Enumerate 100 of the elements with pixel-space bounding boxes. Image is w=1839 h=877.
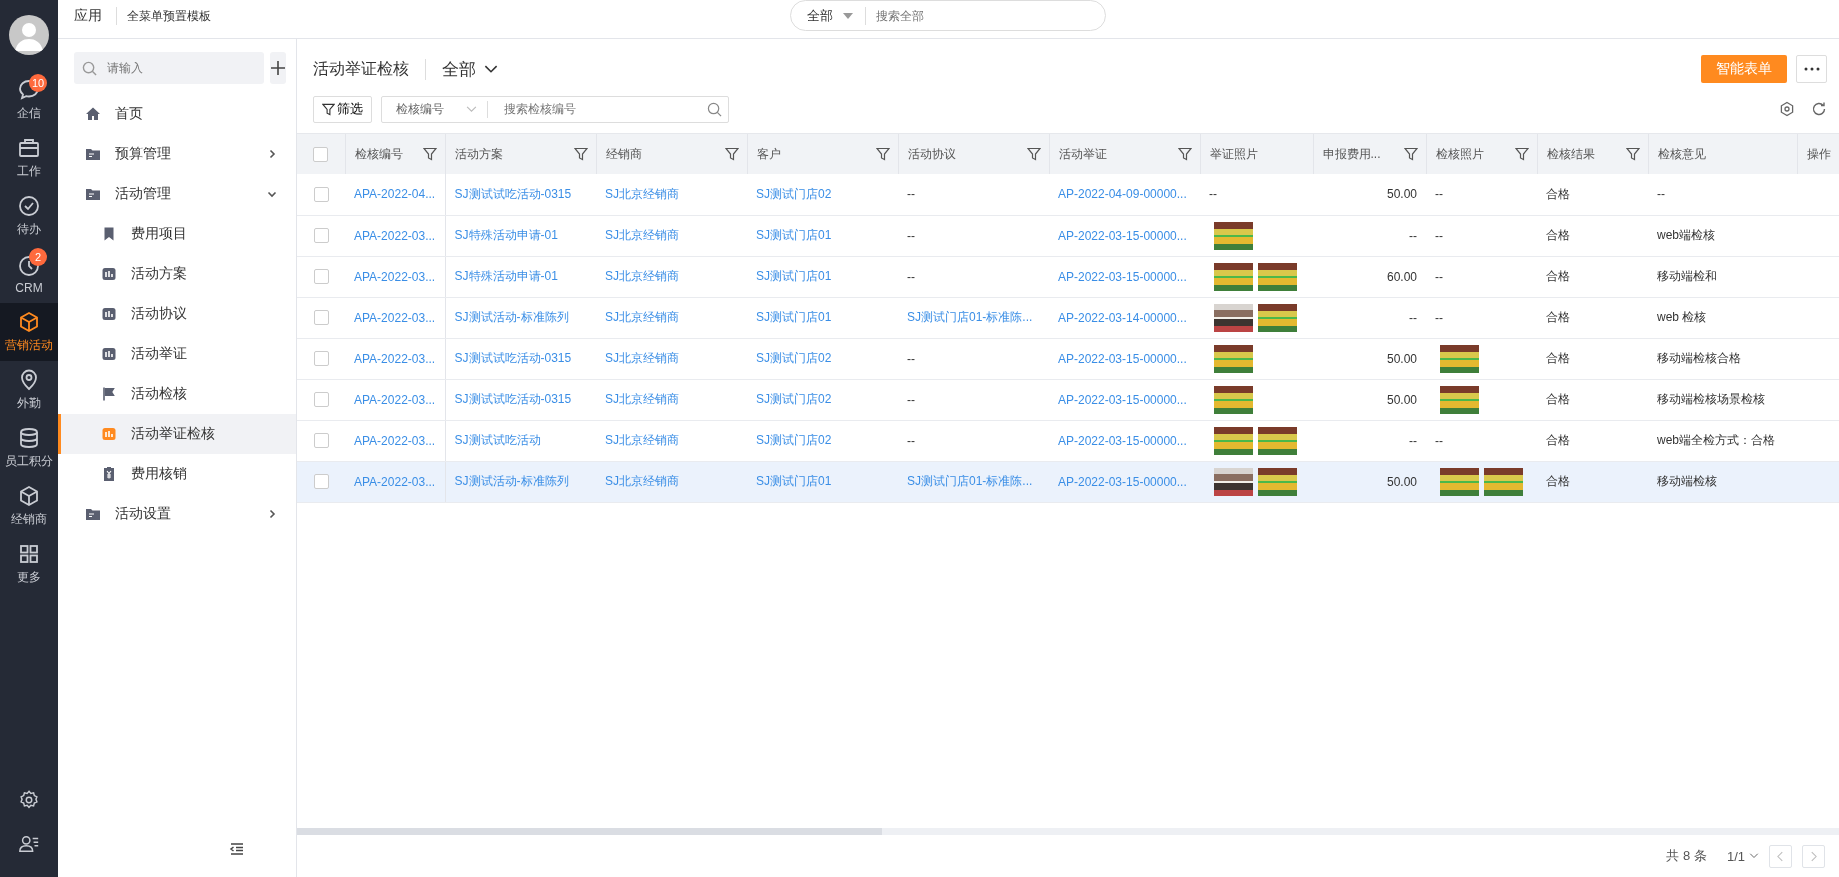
rail-item[interactable]: 外勤 — [0, 361, 58, 419]
rail-item[interactable]: 更多 — [0, 535, 58, 593]
rail-item[interactable]: 工作 — [0, 129, 58, 187]
filter-icon[interactable] — [875, 147, 890, 161]
column-header[interactable]: 申报费用... — [1313, 134, 1426, 174]
column-header[interactable]: 操作 — [1797, 134, 1839, 174]
table-link[interactable]: SJ测试试吃活动-0315 — [454, 392, 572, 406]
row-checkbox[interactable] — [313, 310, 329, 326]
photo-placeholder[interactable] — [1214, 344, 1253, 373]
template-link[interactable]: 全菜单预置模板 — [127, 7, 211, 25]
rail-item[interactable]: 营销活动 — [0, 303, 58, 361]
table-link[interactable]: SJ北京经销商 — [605, 186, 679, 201]
table-link[interactable]: APA-2022-03... — [354, 310, 436, 325]
column-header[interactable]: 举证照片 — [1200, 134, 1313, 174]
avatar[interactable] — [9, 15, 49, 55]
row-checkbox[interactable] — [313, 433, 329, 449]
rail-item[interactable]: 待办 — [0, 187, 58, 245]
table-link[interactable]: AP-2022-03-15-00000... — [1058, 269, 1187, 284]
global-search-input[interactable]: 搜索全部 — [874, 7, 1105, 24]
sidebar-item[interactable]: 活动方案 — [58, 254, 296, 294]
column-header[interactable]: 活动协议 — [898, 134, 1049, 174]
sidebar-item[interactable]: 费用项目 — [58, 214, 296, 254]
table-row[interactable]: APA-2022-03... SJ测试活动-标准陈列 SJ北京经销商 SJ测试门店01 SJ测试门店01-标准陈... AP-2022-03-14-00000... -- -- 合格 web 检核 — [297, 297, 1839, 338]
rail-item[interactable]: 企信 10 — [0, 71, 58, 129]
sidebar-item[interactable]: 预算管理 — [58, 134, 296, 174]
photo-placeholder[interactable] — [1258, 303, 1297, 332]
table-link[interactable]: AP-2022-03-15-00000... — [1058, 392, 1187, 407]
user-list-icon[interactable] — [18, 833, 40, 855]
table-link[interactable]: SJ特殊活动申请-01 — [454, 269, 558, 283]
add-button[interactable] — [270, 52, 286, 84]
settings-icon[interactable] — [18, 789, 40, 811]
row-checkbox[interactable] — [313, 186, 329, 202]
table-link[interactable]: AP-2022-04-09-00000... — [1058, 187, 1187, 202]
sidebar-item[interactable]: 活动举证检核 — [58, 414, 296, 454]
table-link[interactable]: SJ测试门店01 — [756, 310, 832, 324]
table-link[interactable]: SJ测试试吃活动-0315 — [454, 186, 572, 201]
sidebar-item[interactable]: 活动设置 — [58, 494, 296, 534]
table-link[interactable]: SJ测试试吃活动 — [454, 433, 541, 447]
sidebar-item[interactable]: 首页 — [58, 94, 296, 134]
sidebar-item[interactable]: 活动举证 — [58, 334, 296, 374]
refresh-icon[interactable] — [1811, 101, 1827, 117]
view-dropdown[interactable]: 全部 — [442, 57, 498, 81]
table-link[interactable]: SJ测试试吃活动-0315 — [454, 351, 572, 365]
rail-item[interactable]: CRM 2 — [0, 245, 58, 303]
table-link[interactable]: AP-2022-03-14-00000... — [1058, 310, 1187, 325]
table-link[interactable]: SJ测试门店02 — [756, 392, 832, 406]
table-row[interactable]: APA-2022-03... SJ测试试吃活动-0315 SJ北京经销商 SJ测试门店02 -- AP-2022-03-15-00000... 50.00 合格 移动端检核合格 — [297, 338, 1839, 379]
table-row[interactable]: APA-2022-03... SJ测试试吃活动 SJ北京经销商 SJ测试门店02 -- AP-2022-03-15-00000... -- -- 合格 web端全检方式：合格 — [297, 420, 1839, 461]
search-field[interactable]: 检核编号 搜索检核编号 — [381, 95, 729, 123]
table-link[interactable]: SJ北京经销商 — [605, 228, 679, 242]
column-header[interactable]: 检核结果 — [1537, 134, 1648, 174]
sidebar-item[interactable]: 活动管理 — [58, 174, 296, 214]
table-link[interactable]: SJ测试门店02 — [756, 433, 832, 447]
rail-item[interactable]: 员工积分 — [0, 419, 58, 477]
photo-placeholder[interactable] — [1258, 467, 1297, 496]
photo-placeholder[interactable] — [1440, 467, 1479, 496]
table-link[interactable]: SJ测试门店01 — [756, 269, 832, 283]
column-header[interactable]: 活动举证 — [1049, 134, 1200, 174]
row-checkbox[interactable] — [313, 269, 329, 285]
filter-icon[interactable] — [724, 147, 739, 161]
sidebar-item[interactable]: 活动协议 — [58, 294, 296, 334]
filter-icon[interactable] — [1625, 147, 1640, 161]
table-link[interactable]: APA-2022-04... — [354, 187, 436, 202]
search-icon[interactable] — [707, 101, 722, 117]
table-row[interactable]: APA-2022-03... SJ特殊活动申请-01 SJ北京经销商 SJ测试门店01 -- AP-2022-03-15-00000... -- -- 合格 web端检核 — [297, 215, 1839, 256]
horizontal-scrollbar[interactable] — [297, 828, 1839, 835]
table-link[interactable]: SJ特殊活动申请-01 — [454, 228, 558, 242]
row-checkbox[interactable] — [313, 474, 329, 490]
column-header[interactable]: 客户 — [747, 134, 898, 174]
filter-icon[interactable] — [1026, 147, 1041, 161]
filter-icon[interactable] — [573, 147, 588, 161]
table-link[interactable]: AP-2022-03-15-00000... — [1058, 228, 1187, 243]
scope-dropdown[interactable]: 全部 — [791, 6, 866, 25]
row-checkbox[interactable] — [313, 228, 329, 244]
sidebar-item[interactable]: 活动检核 — [58, 374, 296, 414]
table-link[interactable]: APA-2022-03... — [354, 433, 436, 448]
photo-placeholder[interactable] — [1440, 385, 1479, 414]
row-checkbox[interactable] — [313, 392, 329, 408]
row-checkbox[interactable] — [313, 351, 329, 367]
table-link[interactable]: SJ北京经销商 — [605, 351, 679, 365]
table-link[interactable]: SJ北京经销商 — [605, 433, 679, 447]
photo-placeholder[interactable] — [1440, 344, 1479, 373]
collapse-menu-icon[interactable] — [229, 841, 245, 857]
photo-placeholder[interactable] — [1214, 262, 1253, 291]
table-link[interactable]: APA-2022-03... — [354, 269, 436, 284]
sidebar-item[interactable]: 费用核销 — [58, 454, 296, 494]
photo-placeholder[interactable] — [1214, 426, 1253, 455]
column-header[interactable]: 检核意见 — [1648, 134, 1797, 174]
photo-placeholder[interactable] — [1214, 385, 1253, 414]
column-header[interactable]: 经销商 — [596, 134, 747, 174]
table-link[interactable]: AP-2022-03-15-00000... — [1058, 351, 1187, 366]
table-link[interactable]: SJ北京经销商 — [605, 310, 679, 324]
page-dropdown[interactable]: 1/1 — [1726, 848, 1759, 864]
table-link[interactable]: SJ北京经销商 — [605, 269, 679, 283]
sidebar-search-field[interactable]: 请输入 — [74, 52, 264, 84]
table-link[interactable]: SJ测试活动-标准陈列 — [454, 310, 569, 324]
settings-icon[interactable] — [1779, 101, 1795, 117]
table-link[interactable]: APA-2022-03... — [354, 351, 436, 366]
column-header[interactable]: 检核照片 — [1426, 134, 1537, 174]
table-row[interactable]: APA-2022-03... SJ测试试吃活动-0315 SJ北京经销商 SJ测试门店02 -- AP-2022-03-15-00000... 50.00 合格 移动端检核场景检核 — [297, 379, 1839, 420]
